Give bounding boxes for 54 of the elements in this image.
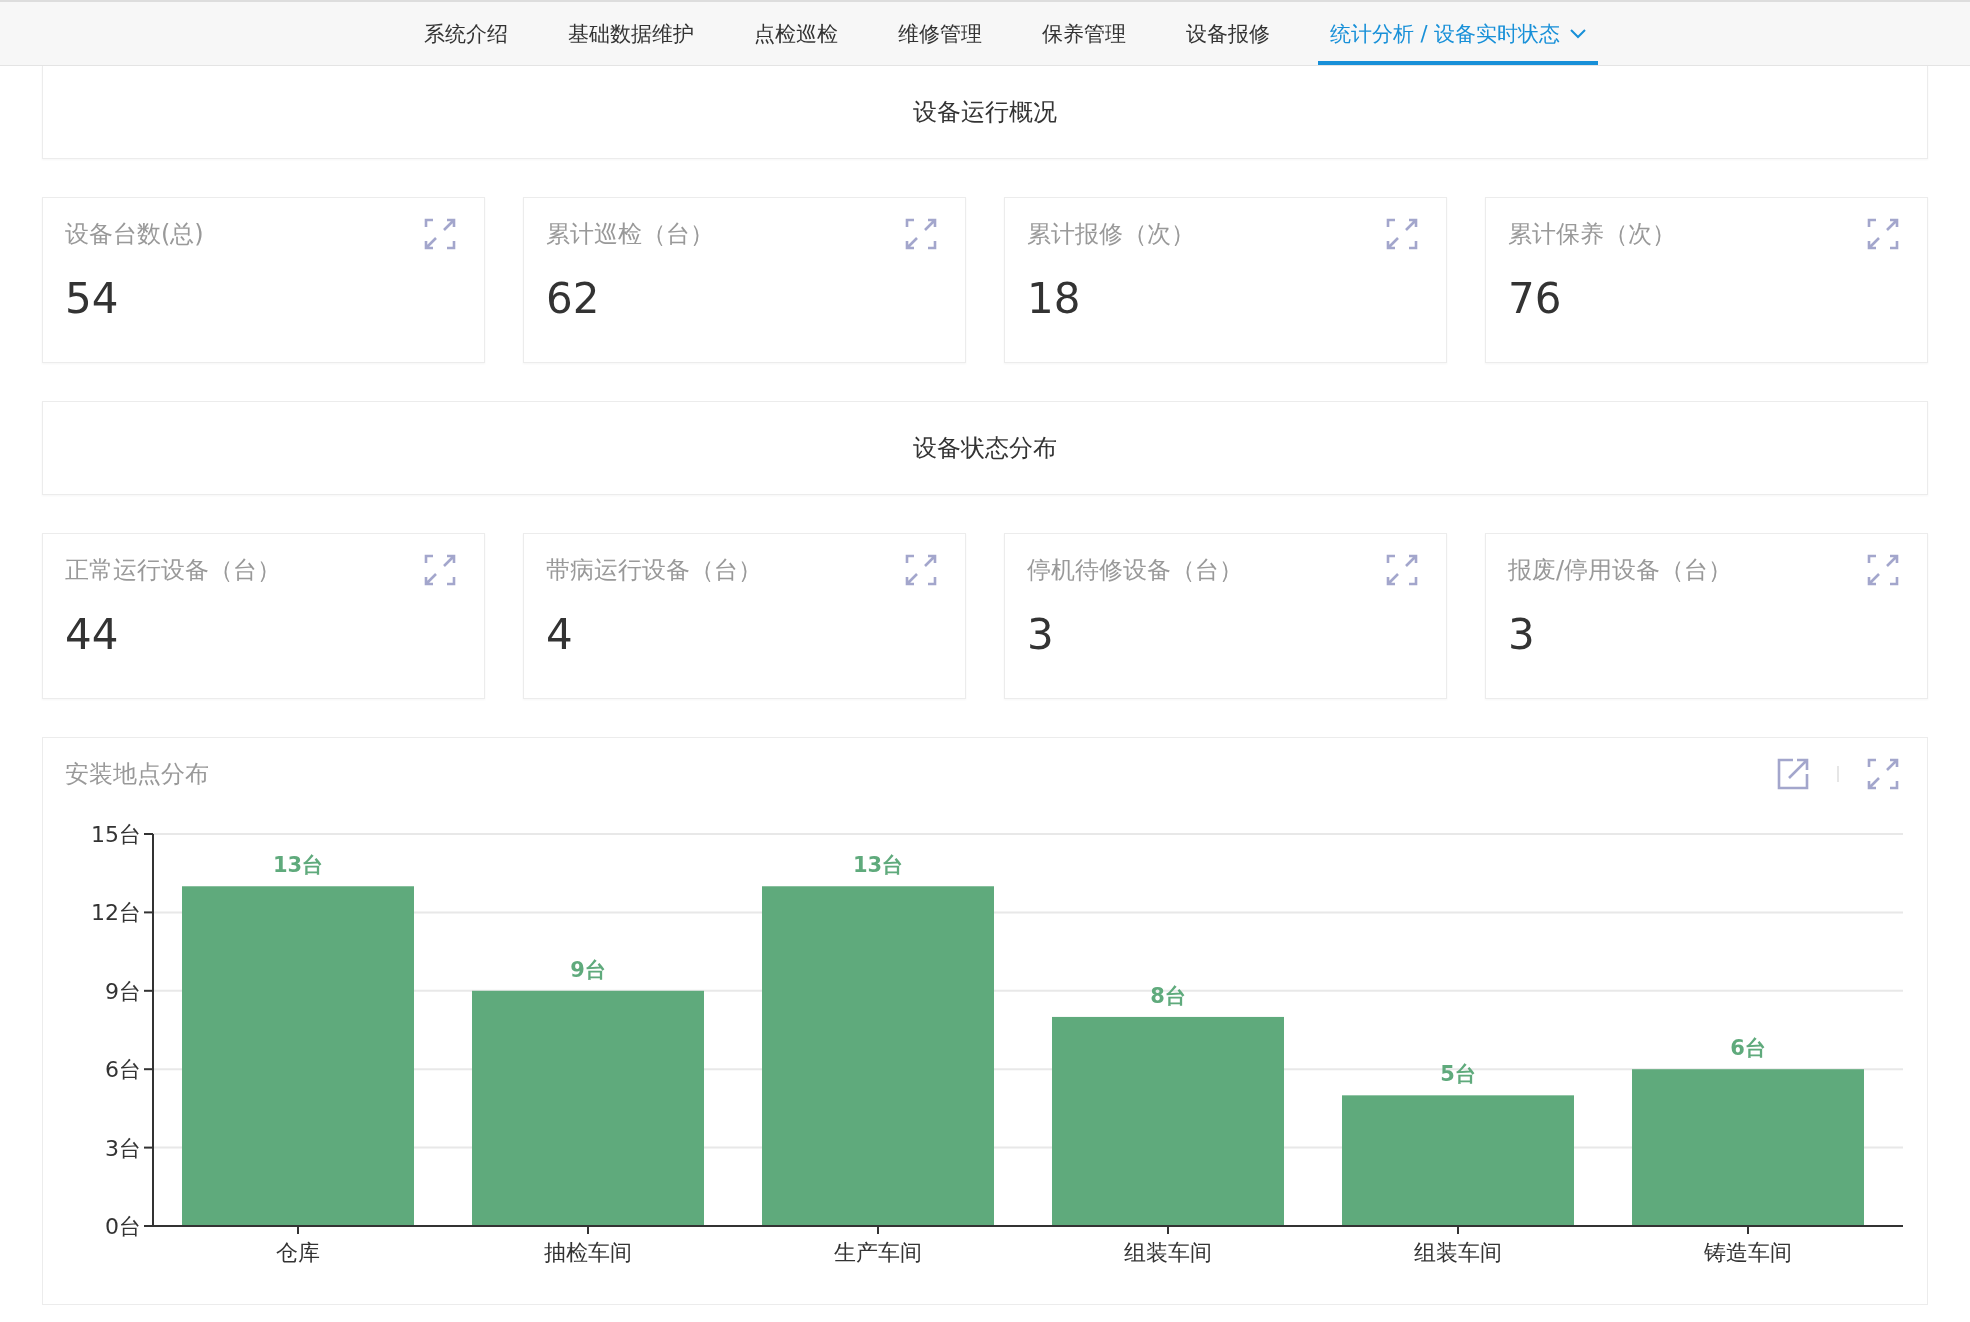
value-label: 8台 bbox=[1150, 983, 1186, 1008]
value-label: 9台 bbox=[570, 957, 606, 982]
nav-tab[interactable]: 系统介绍 bbox=[411, 2, 520, 65]
nav-tab[interactable]: 设备报修 bbox=[1173, 2, 1282, 65]
x-category-label: 组装车间 bbox=[1414, 1240, 1502, 1265]
stat-value: 18 bbox=[1027, 274, 1082, 323]
y-tick-label: 9台 bbox=[105, 978, 141, 1004]
y-tick-label: 15台 bbox=[91, 822, 141, 847]
nav-tab[interactable]: 基础数据维护 bbox=[555, 2, 706, 65]
fullscreen-icon[interactable] bbox=[1867, 554, 1899, 586]
stat-value: 3 bbox=[1027, 610, 1055, 659]
fullscreen-icon[interactable] bbox=[424, 554, 456, 586]
section-title: 设备运行概况 bbox=[913, 97, 1057, 128]
x-category-label: 铸造车间 bbox=[1704, 1240, 1792, 1265]
y-tick-label: 12台 bbox=[91, 900, 141, 926]
stat-label: 带病运行设备（台） bbox=[546, 555, 762, 586]
stat-label: 累计报修（次） bbox=[1027, 219, 1195, 250]
stat-value: 4 bbox=[546, 610, 574, 659]
fullscreen-icon[interactable] bbox=[1867, 218, 1899, 250]
stat-value: 44 bbox=[65, 610, 120, 659]
fullscreen-icon[interactable] bbox=[1386, 218, 1418, 250]
value-label: 13台 bbox=[852, 853, 904, 878]
y-tick-label: 3台 bbox=[105, 1135, 141, 1161]
x-category-label: 抽检车间 bbox=[544, 1240, 632, 1265]
stat-label: 累计巡检（台） bbox=[546, 219, 714, 250]
fullscreen-icon[interactable] bbox=[1867, 758, 1899, 790]
section-title: 设备状态分布 bbox=[913, 433, 1057, 464]
panel-title: 安装地点分布 bbox=[65, 759, 209, 790]
x-category-label: 生产车间 bbox=[834, 1240, 922, 1265]
fullscreen-icon[interactable] bbox=[905, 218, 937, 250]
y-tick-label: 0台 bbox=[105, 1214, 141, 1239]
value-label: 6台 bbox=[1730, 1036, 1766, 1061]
chevron-down-icon bbox=[1570, 28, 1587, 39]
external-link-icon[interactable] bbox=[1777, 758, 1809, 790]
fullscreen-icon[interactable] bbox=[424, 218, 456, 250]
fullscreen-icon[interactable] bbox=[905, 554, 937, 586]
stat-value: 62 bbox=[546, 274, 601, 323]
stat-label: 报废/停用设备（台） bbox=[1508, 555, 1733, 586]
stat-label: 累计保养（次） bbox=[1508, 219, 1676, 250]
value-label: 13台 bbox=[272, 853, 324, 878]
nav-tab[interactable]: 维修管理 bbox=[885, 2, 994, 65]
nav-tab[interactable]: 点检巡检 bbox=[741, 2, 850, 65]
value-label: 5台 bbox=[1440, 1062, 1476, 1087]
fullscreen-icon[interactable] bbox=[1386, 554, 1418, 586]
nav-tab[interactable]: 保养管理 bbox=[1029, 2, 1138, 65]
x-category-label: 仓库 bbox=[276, 1240, 320, 1265]
stat-value: 3 bbox=[1508, 610, 1536, 659]
stat-value: 76 bbox=[1508, 274, 1563, 323]
x-category-label: 组装车间 bbox=[1124, 1240, 1212, 1265]
stat-label: 设备台数(总) bbox=[65, 219, 204, 250]
stat-label: 正常运行设备（台） bbox=[65, 555, 281, 586]
stat-value: 54 bbox=[65, 274, 120, 323]
stat-label: 停机待修设备（台） bbox=[1027, 555, 1243, 586]
y-tick-label: 6台 bbox=[105, 1057, 141, 1083]
